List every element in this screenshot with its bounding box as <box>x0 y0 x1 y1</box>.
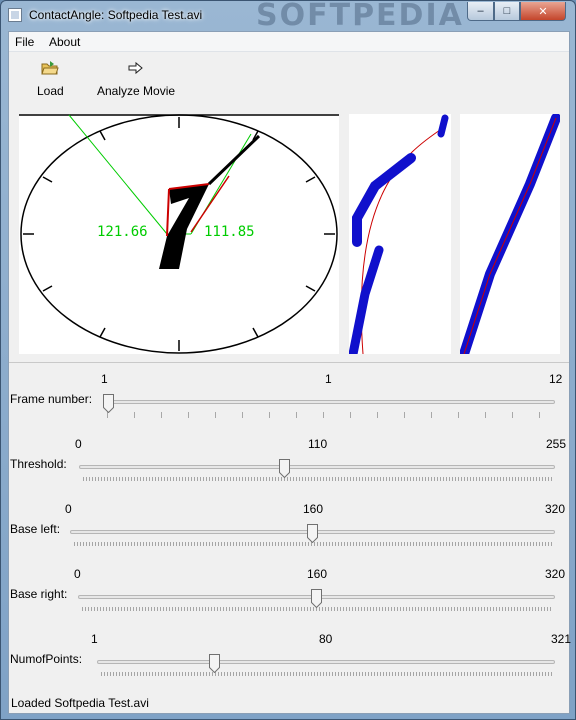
base-left-label: Base left: <box>10 522 61 536</box>
watermark-text: SOFTPEDIA <box>256 0 464 33</box>
load-label: Load <box>37 84 64 98</box>
frame-number-slider-row: 1 1 12 Frame number: <box>9 370 569 435</box>
client-area: File About Load Analyze Movie 121.66 111… <box>8 31 572 714</box>
slider-max: 320 <box>545 502 566 516</box>
left-edge-canvas <box>349 114 449 354</box>
maximize-button[interactable]: □ <box>494 2 520 21</box>
slider-thumb[interactable] <box>307 524 318 544</box>
app-window: ContactAngle: Softpedia Test.avi SOFTPED… <box>0 0 576 720</box>
slider-ticks <box>107 412 553 418</box>
slider-current: 110 <box>308 437 328 451</box>
base-right-label: Base right: <box>10 587 68 601</box>
separator <box>9 362 569 363</box>
slider-ticks <box>101 672 553 676</box>
slider-min: 1 <box>91 632 98 646</box>
slider-max: 12 <box>549 372 563 386</box>
status-bar-text: Loaded Softpedia Test.avi <box>11 696 149 710</box>
slider-track[interactable] <box>79 465 555 469</box>
arrow-right-icon <box>128 58 144 78</box>
menu-file[interactable]: File <box>15 35 34 49</box>
minimize-button[interactable]: – <box>467 2 494 21</box>
slider-track[interactable] <box>97 660 555 664</box>
menu-about[interactable]: About <box>49 35 80 49</box>
left-edge-zoom-view[interactable] <box>349 114 451 354</box>
threshold-slider-row: 0 110 255 Threshold: <box>9 435 569 500</box>
base-left-slider-row: 0 160 320 Base left: <box>9 500 569 565</box>
app-icon <box>8 8 22 22</box>
slider-max: 255 <box>546 437 567 451</box>
slider-min: 0 <box>65 502 72 516</box>
slider-thumb[interactable] <box>208 654 220 674</box>
angle-left-value: 121.66 <box>97 224 148 240</box>
droplet-view[interactable]: 121.66 111.85 <box>19 114 339 354</box>
slider-thumb[interactable] <box>103 394 114 414</box>
slider-max: 320 <box>545 567 566 581</box>
slider-thumb[interactable] <box>311 589 322 609</box>
window-title: ContactAngle: Softpedia Test.avi <box>29 8 203 22</box>
threshold-label: Threshold: <box>10 457 67 471</box>
slider-min: 0 <box>74 567 81 581</box>
slider-max: 321 <box>551 632 572 646</box>
load-button[interactable]: Load <box>37 58 64 98</box>
slider-track[interactable] <box>103 400 555 404</box>
angle-right-value: 111.85 <box>204 224 255 240</box>
folder-open-icon <box>41 58 60 78</box>
slider-current: 80 <box>319 632 333 646</box>
title-bar[interactable]: ContactAngle: Softpedia Test.avi SOFTPED… <box>1 0 576 33</box>
toolbar: Load Analyze Movie <box>9 52 569 106</box>
frame-number-label: Frame number: <box>10 392 93 406</box>
right-edge-zoom-view[interactable] <box>460 114 560 354</box>
slider-current: 1 <box>325 372 332 386</box>
droplet-canvas: 121.66 111.85 <box>19 114 339 354</box>
slider-current: 160 <box>303 502 324 516</box>
analyze-movie-label: Analyze Movie <box>97 84 176 98</box>
slider-current: 160 <box>307 567 328 581</box>
numofpoints-label: NumofPoints: <box>10 652 83 666</box>
right-edge-canvas <box>460 114 560 354</box>
slider-ticks <box>83 477 553 481</box>
base-right-slider-row: 0 160 320 Base right: <box>9 565 569 630</box>
slider-min: 1 <box>101 372 108 386</box>
menu-bar: File About <box>9 32 569 52</box>
slider-thumb[interactable] <box>278 459 290 479</box>
close-button[interactable]: ✕ <box>520 2 566 21</box>
numofpoints-slider-row: 1 80 321 NumofPoints: <box>9 630 572 695</box>
analyze-movie-button[interactable]: Analyze Movie <box>97 58 175 98</box>
slider-min: 0 <box>75 437 82 451</box>
